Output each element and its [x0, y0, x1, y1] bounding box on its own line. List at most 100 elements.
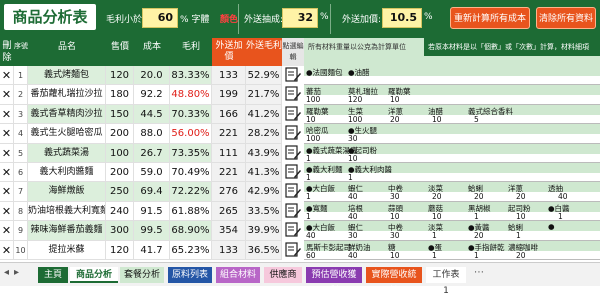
memo-edit-icon[interactable] [284, 163, 304, 183]
ingredient-detail[interactable]: ●法國麵包 ●油醋 [304, 66, 600, 86]
col-price: 售價 [106, 38, 134, 66]
memo-edit-icon[interactable] [284, 144, 304, 164]
tab-home[interactable]: 主頁 [38, 267, 68, 283]
tab-sheet1[interactable]: 工作表1 [426, 267, 466, 296]
ingredient-detail[interactable]: 哈密瓜 ●生火腿 100 30 [304, 124, 600, 144]
margin-min-input[interactable]: 60 [142, 8, 178, 28]
ingredient-detail[interactable]: ●大白飯 蝦仁 中卷 淡菜 ●黃醬 蛤蜊 ● 40 30 30 1 20 1 [304, 221, 600, 241]
memo-edit-icon[interactable] [284, 221, 304, 241]
row-name[interactable]: 番茄蘿札瑞拉沙拉 [28, 85, 106, 105]
delete-row-button[interactable]: ✕ [0, 124, 14, 144]
row-cost: 44.5 [134, 104, 170, 125]
row-margin: 68.90% [170, 221, 212, 241]
delivery-fee-input[interactable]: 32 [282, 8, 318, 28]
tab-product-analysis[interactable]: 商品分析 [70, 267, 118, 283]
margin-color-label[interactable]: 顏色 [220, 12, 238, 25]
delivery-price-label: 外送加價: [342, 15, 382, 25]
row-price[interactable]: 240 [106, 201, 134, 222]
tab-next-icon[interactable]: ▸ [14, 267, 19, 278]
row-name[interactable]: 提拉米蘇 [28, 240, 106, 260]
row-price[interactable]: 100 [106, 143, 134, 163]
row-name[interactable]: 奶油培根義大利寬麵 [28, 201, 106, 222]
delete-row-button[interactable]: ✕ [0, 182, 14, 202]
row-price[interactable]: 200 [106, 124, 134, 144]
row-delivery-price: 221 [212, 163, 246, 183]
memo-edit-icon[interactable] [284, 66, 304, 86]
top-toolbar: 商品分析表 毛利小於 60 % 字體 顏色 外送抽成: 32 % 外送加價: 1… [0, 0, 600, 38]
row-name[interactable]: 義式香草精肉沙拉 [28, 104, 106, 125]
row-margin: 72.22% [170, 182, 212, 202]
row-delivery-price: 199 [212, 85, 246, 105]
ingredient-qty: 40 [558, 192, 568, 202]
clear-button[interactable]: 清除所有資料 [536, 7, 596, 29]
ingredient-qty: 20 [474, 192, 484, 202]
memo-edit-icon[interactable] [284, 241, 304, 261]
row-name[interactable]: 義式烤麵包 [28, 66, 106, 86]
row-name[interactable]: 辣味海鮮番茄義麵 [28, 221, 106, 241]
row-seq: 8 [14, 201, 28, 222]
row-seq: 10 [14, 240, 28, 260]
ingredient-name: ● [548, 222, 555, 232]
ingredient-qty: 10 [432, 114, 442, 124]
row-price[interactable]: 250 [106, 182, 134, 202]
row-price[interactable]: 200 [106, 163, 134, 183]
ingredient-detail[interactable]: ●義大利麵 ●義大利肉醬 1 1 [304, 163, 600, 183]
tab-supplier[interactable]: 供應商 [264, 267, 302, 283]
row-price[interactable]: 120 [106, 66, 134, 86]
row-cost: 20.0 [134, 66, 170, 86]
delete-row-button[interactable]: ✕ [0, 240, 14, 260]
row-delivery-price: 133 [212, 240, 246, 260]
ingredient-qty: 1 [558, 211, 563, 221]
recalc-button[interactable]: 重新計算所有成本 [450, 7, 530, 29]
row-price[interactable]: 180 [106, 85, 134, 105]
delete-row-button[interactable]: ✕ [0, 163, 14, 183]
row-margin: 70.49% [170, 163, 212, 183]
delete-row-button[interactable]: ✕ [0, 221, 14, 241]
row-name[interactable]: 義大利肉醬麵 [28, 163, 106, 183]
ingredient-name: ●法國麵包 [306, 68, 343, 77]
more-tabs-icon[interactable]: ⋯ [474, 267, 484, 278]
memo-edit-icon[interactable] [284, 105, 304, 125]
row-name[interactable]: 義式蔬菜湯 [28, 143, 106, 163]
tab-material-list[interactable]: 原料列表 [168, 267, 212, 283]
memo-edit-icon[interactable] [284, 124, 304, 144]
tab-revenue-actual[interactable]: 實際營收統計 [366, 267, 422, 296]
tab-set-analysis[interactable]: 套餐分析 [120, 267, 164, 283]
table-row: ✕ 3 義式香草精肉沙拉 150 44.5 70.33% 166 41.2% 羅勒葉 生菜 洋蔥 油醋… [0, 104, 600, 125]
row-name[interactable]: 海鮮燉飯 [28, 182, 106, 202]
row-delivery-margin: 41.2% [246, 104, 282, 125]
row-delivery-margin: 28.2% [246, 124, 282, 144]
row-price[interactable]: 150 [106, 104, 134, 125]
ingredient-qty: 1 [516, 231, 521, 241]
delete-row-button[interactable]: ✕ [0, 143, 14, 163]
delete-row-button[interactable]: ✕ [0, 201, 14, 222]
memo-edit-icon[interactable] [284, 85, 304, 105]
row-price[interactable]: 120 [106, 240, 134, 260]
delete-row-button[interactable]: ✕ [0, 66, 14, 86]
col-seq: 序號 [14, 38, 28, 66]
ingredient-detail[interactable]: 蕃茄 莫札瑞拉 羅勒葉 100 120 10 [304, 85, 600, 105]
memo-edit-icon[interactable] [284, 182, 304, 202]
ingredient-qty: 10 [306, 114, 316, 124]
table-row: ✕ 9 辣味海鮮番茄義麵 300 99.5 68.90% 354 39.9% ●大白飯 蝦仁 中卷淡… [0, 221, 600, 241]
ingredient-detail[interactable]: ●寬麵 培根 蒜頭 蘑菇 黑胡椒 起司粉 ●白醬 1 40 10 10 1 10 1 [304, 201, 600, 222]
ingredient-detail[interactable]: 羅勒葉 生菜 洋蔥 油醋 義式綜合香料 10 100 20 10 5 [304, 104, 600, 125]
row-delivery-price: 133 [212, 66, 246, 86]
delete-row-button[interactable]: ✕ [0, 85, 14, 105]
row-name[interactable]: 義式生火腿哈密瓜 [28, 124, 106, 144]
col-delivery-price: 外送加價 [212, 38, 246, 66]
margin-min-suffix: % 字體 [180, 15, 210, 25]
ingredient-detail[interactable]: ●大白飯 蝦仁 中卷 淡菜 蛤蜊 洋蔥 透抽 1 40 30 20 20 20 40 [304, 182, 600, 202]
row-seq: 5 [14, 143, 28, 163]
tab-prev-icon[interactable]: ◂ [4, 267, 9, 278]
delete-row-button[interactable]: ✕ [0, 104, 14, 125]
ingredient-detail[interactable]: ●義式蔬菜湯底 ●起司粉 1 10 [304, 143, 600, 163]
delivery-price-input[interactable]: 10.5 [382, 8, 422, 28]
tab-combined-material[interactable]: 組合材料 [216, 267, 260, 283]
row-price[interactable]: 300 [106, 221, 134, 241]
ingredient-qty: 10 [348, 153, 358, 163]
ingredient-detail[interactable]: 馬斯卡彭起司 鮮奶油糖 ●蛋 ●手指餅乾 濃縮咖啡 60 40 10 1 1 20 [304, 240, 600, 260]
memo-edit-icon[interactable] [284, 202, 304, 222]
col-note: 若原本材料是以「個數」或「次數」計算，材料細項 [424, 38, 600, 56]
tab-revenue-estimate[interactable]: 預估營收獲利 [306, 267, 362, 296]
